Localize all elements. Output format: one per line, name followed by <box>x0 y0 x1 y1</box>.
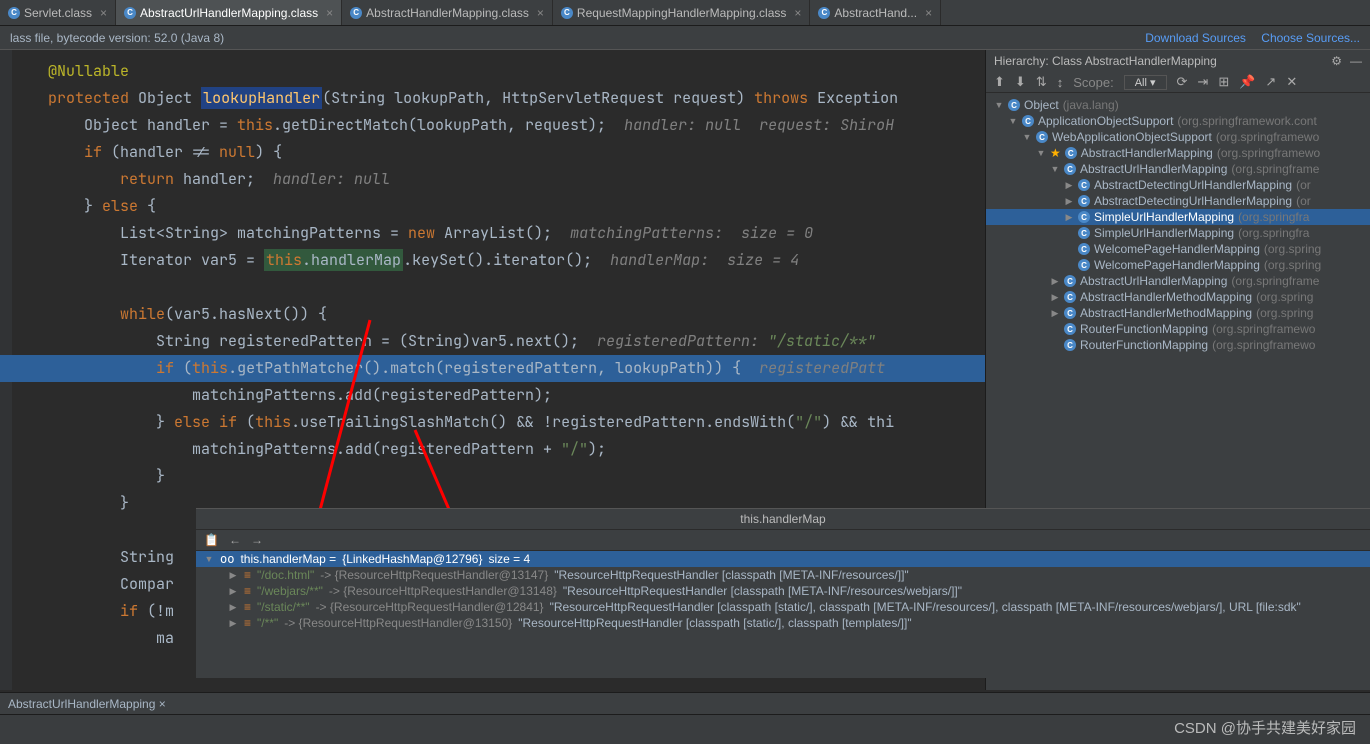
tree-item[interactable]: ▶CAbstractDetectingUrlHandlerMapping (or <box>986 177 1370 193</box>
execution-line: if (this.getPathMatcher().match(register… <box>0 355 985 382</box>
class-icon: C <box>1022 115 1034 127</box>
close-tab-icon[interactable]: × <box>326 6 333 20</box>
scope-selector[interactable]: All ▾ <box>1124 75 1167 90</box>
hierarchy-toolbar: ⬆ ⬇ ⇅ ↕ Scope: All ▾ ⟳ ⇥ ⊞ 📌 ↗ ✕ <box>986 72 1370 93</box>
class-icon: C <box>1078 243 1090 255</box>
watermark: CSDN @协手共建美好家园 <box>1174 717 1356 738</box>
forward-icon[interactable]: → <box>251 533 263 547</box>
close-tab-icon[interactable]: × <box>925 6 932 20</box>
back-icon[interactable]: ← <box>229 533 241 547</box>
tree-item[interactable]: ▼CObject (java.lang) <box>986 97 1370 113</box>
close-tab-icon[interactable]: × <box>537 6 544 20</box>
class-icon: C <box>124 7 136 19</box>
status-bar <box>0 714 1370 744</box>
bytecode-info: lass file, bytecode version: 52.0 (Java … <box>10 31 224 45</box>
subtypes-icon[interactable]: ⇅ <box>1036 74 1047 90</box>
expand-icon[interactable]: ⊞ <box>1218 74 1229 90</box>
download-sources-link[interactable]: Download Sources <box>1145 31 1246 45</box>
debug-watch-panel: this.handlerMap 📋 ← → ▼ oo this.handlerM… <box>196 508 1370 678</box>
tree-item[interactable]: ▼CApplicationObjectSupport (org.springfr… <box>986 113 1370 129</box>
class-icon: C <box>350 7 362 19</box>
tree-item[interactable]: ▶CAbstractUrlHandlerMapping (org.springf… <box>986 273 1370 289</box>
class-icon: C <box>1064 323 1076 335</box>
tree-item[interactable]: ▶CAbstractHandlerMethodMapping (org.spri… <box>986 305 1370 321</box>
class-icon: C <box>1078 227 1090 239</box>
tree-item[interactable]: CSimpleUrlHandlerMapping (org.springfra <box>986 225 1370 241</box>
class-icon: C <box>8 7 20 19</box>
editor-tab[interactable]: CAbstractHandlerMapping.class× <box>342 0 553 25</box>
debug-root-row[interactable]: ▼ oo this.handlerMap = {LinkedHashMap@12… <box>196 551 1370 567</box>
sort-icon[interactable]: ↕ <box>1057 75 1064 90</box>
autoscroll-icon[interactable]: ⇥ <box>1197 74 1208 90</box>
editor-tab[interactable]: CServlet.class× <box>0 0 116 25</box>
tree-item[interactable]: ▼★CAbstractHandlerMapping (org.springfra… <box>986 145 1370 161</box>
tree-item[interactable]: CRouterFunctionMapping (org.springframew… <box>986 337 1370 353</box>
class-icon: C <box>1064 291 1076 303</box>
export-icon[interactable]: ↗ <box>1265 74 1276 90</box>
close-tab-icon[interactable]: × <box>100 6 107 20</box>
close-icon[interactable]: ✕ <box>1286 74 1297 90</box>
tree-item[interactable]: CWelcomePageHandlerMapping (org.spring <box>986 241 1370 257</box>
class-icon: C <box>1064 339 1076 351</box>
refresh-icon[interactable]: ⟳ <box>1177 74 1188 90</box>
class-icon: C <box>1078 259 1090 271</box>
class-hierarchy-icon[interactable]: ⬆ <box>994 74 1005 90</box>
close-tab-icon[interactable]: × <box>794 6 801 20</box>
tree-item[interactable]: CWelcomePageHandlerMapping (org.spring <box>986 257 1370 273</box>
editor-tab[interactable]: CAbstractHand...× <box>810 0 941 25</box>
tree-item[interactable]: CRouterFunctionMapping (org.springframew… <box>986 321 1370 337</box>
debug-toolbar: 📋 ← → <box>196 530 1370 551</box>
class-icon: C <box>818 7 830 19</box>
class-icon: C <box>561 7 573 19</box>
debug-entry-row[interactable]: ▶ ≡ "/webjars/**" -> {ResourceHttpReques… <box>196 583 1370 599</box>
class-icon: C <box>1064 163 1076 175</box>
gear-icon[interactable]: ⚙ <box>1331 54 1342 68</box>
decompile-info-bar: lass file, bytecode version: 52.0 (Java … <box>0 26 1370 50</box>
bottom-tabs: AbstractUrlHandlerMapping × <box>0 692 1370 714</box>
debug-entry-row[interactable]: ▶ ≡ "/static/**" -> {ResourceHttpRequest… <box>196 599 1370 615</box>
tree-item[interactable]: ▶CSimpleUrlHandlerMapping (org.springfra <box>986 209 1370 225</box>
class-icon: C <box>1065 147 1077 159</box>
tree-item[interactable]: ▶CAbstractHandlerMethodMapping (org.spri… <box>986 289 1370 305</box>
class-icon: C <box>1036 131 1048 143</box>
tree-item[interactable]: ▼CAbstractUrlHandlerMapping (org.springf… <box>986 161 1370 177</box>
debug-title: this.handlerMap <box>196 509 1370 530</box>
class-icon: C <box>1064 275 1076 287</box>
hierarchy-title: Hierarchy: Class AbstractHandlerMapping <box>994 54 1217 68</box>
pin-icon[interactable]: 📌 <box>1239 74 1255 90</box>
tree-item[interactable]: ▼CWebApplicationObjectSupport (org.sprin… <box>986 129 1370 145</box>
supertypes-icon[interactable]: ⬇ <box>1015 74 1026 90</box>
class-icon: C <box>1078 195 1090 207</box>
class-icon: C <box>1008 99 1020 111</box>
choose-sources-link[interactable]: Choose Sources... <box>1261 31 1360 45</box>
new-watch-icon[interactable]: 📋 <box>204 533 219 547</box>
class-icon: C <box>1078 179 1090 191</box>
editor-tab[interactable]: CAbstractUrlHandlerMapping.class× <box>116 0 342 25</box>
class-icon: C <box>1078 211 1090 223</box>
debug-entry-row[interactable]: ▶ ≡ "/**" -> {ResourceHttpRequestHandler… <box>196 615 1370 631</box>
editor-tabs: CServlet.class×CAbstractUrlHandlerMappin… <box>0 0 1370 26</box>
editor-tab[interactable]: CRequestMappingHandlerMapping.class× <box>553 0 810 25</box>
tree-item[interactable]: ▶CAbstractDetectingUrlHandlerMapping (or <box>986 193 1370 209</box>
bottom-tab[interactable]: AbstractUrlHandlerMapping × <box>8 697 166 711</box>
class-icon: C <box>1064 307 1076 319</box>
hide-icon[interactable]: — <box>1350 54 1362 68</box>
debug-entry-row[interactable]: ▶ ≡ "/doc.html" -> {ResourceHttpRequestH… <box>196 567 1370 583</box>
